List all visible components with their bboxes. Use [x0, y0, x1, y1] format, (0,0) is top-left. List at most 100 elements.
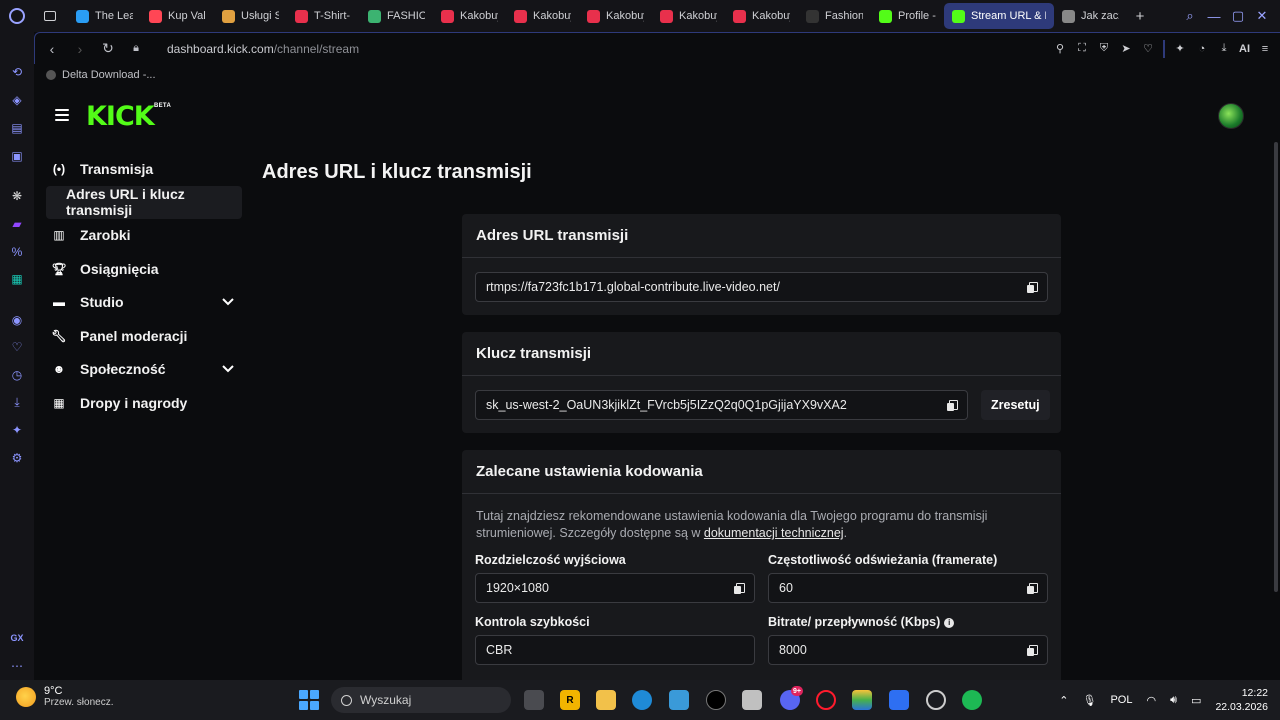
reset-key-button[interactable]: Zresetuj — [981, 390, 1050, 420]
aria-icon[interactable]: ⟲ — [9, 64, 25, 80]
back-button[interactable]: ‹ — [41, 38, 63, 60]
menu-icon[interactable]: ≡ — [1258, 42, 1272, 56]
browser-tab[interactable]: Kakobuy — [433, 3, 506, 29]
rockstar-icon[interactable]: R — [560, 690, 580, 710]
opera-menu-button[interactable] — [0, 0, 34, 32]
language-indicator[interactable]: POL — [1110, 694, 1132, 706]
nav-item-spolecznosc[interactable]: ☻ Społeczność — [46, 353, 240, 387]
kick-logo[interactable]: KICK — [86, 102, 155, 132]
percent-icon[interactable]: % — [9, 244, 25, 260]
app-icon[interactable] — [889, 690, 909, 710]
browser-tab[interactable]: Stream URL & K — [944, 3, 1054, 29]
browser-tab[interactable]: Kup Valo — [141, 3, 214, 29]
browser-tab[interactable]: Kakobuy — [506, 3, 579, 29]
minimize-button[interactable]: — — [1202, 0, 1226, 32]
app-icon[interactable]: ▦ — [9, 271, 25, 287]
taskbar-search[interactable]: Wyszukaj — [331, 687, 511, 713]
browser-tab[interactable]: Kakobuy — [725, 3, 798, 29]
opera-gx-icon[interactable] — [926, 690, 946, 710]
framerate-field[interactable]: 60 — [768, 573, 1048, 603]
download-icon[interactable]: ⤓ — [1217, 42, 1231, 56]
download-icon[interactable]: ⤓ — [9, 394, 25, 410]
copy-icon[interactable] — [1027, 645, 1038, 656]
history-icon[interactable]: ◷ — [9, 367, 25, 383]
nav-item-osiagniecia[interactable]: 🏆︎ Osiągnięcia — [46, 252, 240, 286]
chevron-down-icon[interactable] — [222, 363, 234, 375]
close-window-button[interactable]: ✕ — [1250, 0, 1274, 32]
battery-icon[interactable]: ▭ — [1191, 694, 1201, 707]
browser-tab[interactable]: Kakobuy — [652, 3, 725, 29]
rate-control-field[interactable]: CBR — [475, 635, 755, 665]
tab-workspace[interactable] — [34, 3, 68, 29]
search-tabs-icon[interactable]: ⌕ — [1178, 0, 1202, 32]
opera-icon[interactable] — [816, 690, 836, 710]
clock[interactable]: 12:22 22.03.2026 — [1215, 686, 1268, 714]
weather-widget[interactable]: 9°C Przew. słonecz. — [16, 685, 113, 708]
extensions-icon[interactable]: ✦ — [1173, 42, 1187, 56]
nav-item-dropy[interactable]: ▦ Dropy i nagrody — [46, 386, 240, 420]
reload-button[interactable]: ↻ — [97, 38, 119, 60]
browser-tab[interactable]: Profile - — [871, 3, 944, 29]
spotify-icon[interactable]: ◉ — [9, 312, 25, 328]
browser-tab[interactable]: Fashion — [798, 3, 871, 29]
bitrate-field[interactable]: 8000 — [768, 635, 1048, 665]
docs-link[interactable]: dokumentacji technicznej — [704, 526, 844, 540]
shield-icon[interactable]: ⛨ — [1097, 42, 1111, 56]
gx-icon[interactable]: GX — [9, 630, 25, 646]
profile-icon[interactable]: ◔ — [1195, 42, 1209, 56]
browser-tab[interactable]: T-Shirt- — [287, 3, 360, 29]
nav-subitem-stream-url-key[interactable]: Adres URL i klucz transmisji — [46, 185, 242, 219]
send-icon[interactable]: ➤ — [1119, 42, 1133, 56]
bookmark-delta-download[interactable]: Delta Download -... — [62, 69, 156, 81]
messenger-icon[interactable]: ▣ — [9, 148, 25, 164]
store-icon[interactable] — [669, 690, 689, 710]
chevron-down-icon[interactable] — [222, 296, 234, 308]
nav-item-zarobki[interactable]: ▥ Zarobki — [46, 219, 240, 253]
player-icon[interactable]: ▤ — [9, 120, 25, 136]
heart-icon[interactable]: ♡ — [9, 339, 25, 355]
heart-icon[interactable]: ♡ — [1141, 42, 1155, 56]
settings-gear-icon[interactable]: ⚙ — [9, 450, 25, 466]
browser-tab[interactable]: FASHION — [360, 3, 433, 29]
crypto-wallet-icon[interactable]: ◈ — [9, 92, 25, 108]
nav-item-panel-moderacji[interactable]: 🔧︎ Panel moderacji — [46, 319, 240, 353]
copy-icon[interactable] — [1027, 583, 1038, 594]
page-scrollbar[interactable] — [1272, 86, 1280, 680]
browser-tab[interactable]: Kakobuy — [579, 3, 652, 29]
chevron-up-icon[interactable]: ⌃ — [1059, 694, 1068, 707]
browser-tab[interactable]: Usługi S — [214, 3, 287, 29]
copy-icon[interactable] — [734, 583, 745, 594]
browser-tab[interactable]: Jak zacz — [1054, 3, 1127, 29]
start-button[interactable] — [299, 690, 319, 710]
stream-key-field[interactable]: sk_us-west-2_OaUN3kjiklZt_FVrcb5j5IZzQ2q… — [475, 390, 968, 420]
edge-icon[interactable] — [632, 690, 652, 710]
new-tab-button[interactable]: + — [1127, 3, 1153, 29]
stream-url-field[interactable]: rtmps://fa723fc1b171.global-contribute.l… — [475, 272, 1048, 302]
resolution-field[interactable]: 1920×1080 — [475, 573, 755, 603]
twitch-icon[interactable]: ▰ — [9, 216, 25, 232]
copy-icon[interactable] — [1027, 282, 1038, 293]
extensions-icon[interactable]: ✦ — [9, 422, 25, 438]
avatar[interactable] — [1218, 103, 1244, 129]
bluestacks-icon[interactable] — [852, 690, 872, 710]
url-field[interactable]: dashboard.kick.com/channel/stream — [167, 42, 359, 56]
volume-icon[interactable]: 🔊︎ — [1170, 694, 1177, 707]
scrollbar-thumb[interactable] — [1274, 142, 1278, 592]
chatgpt-icon[interactable]: ❋ — [9, 188, 25, 204]
info-icon[interactable]: i — [944, 617, 955, 628]
nav-item-transmisja[interactable]: (•) Transmisja — [46, 152, 240, 186]
nav-item-studio[interactable]: ▬ Studio — [46, 286, 240, 320]
microphone-icon[interactable]: 🎙︎ — [1083, 694, 1097, 707]
maximize-button[interactable]: ▢ — [1226, 0, 1250, 32]
copy-icon[interactable] — [947, 400, 958, 411]
pin-icon[interactable]: ⚲ — [1053, 42, 1067, 56]
wifi-icon[interactable]: ◠ — [1146, 694, 1156, 707]
browser-tab[interactable]: The Leag — [68, 3, 141, 29]
more-icon[interactable]: ⋯ — [9, 658, 25, 674]
app-icon[interactable] — [706, 690, 726, 710]
task-view-icon[interactable] — [524, 690, 544, 710]
menu-toggle-button[interactable] — [55, 109, 69, 121]
forward-button[interactable]: › — [69, 38, 91, 60]
spotify-icon[interactable] — [962, 690, 982, 710]
file-explorer-icon[interactable] — [596, 690, 616, 710]
